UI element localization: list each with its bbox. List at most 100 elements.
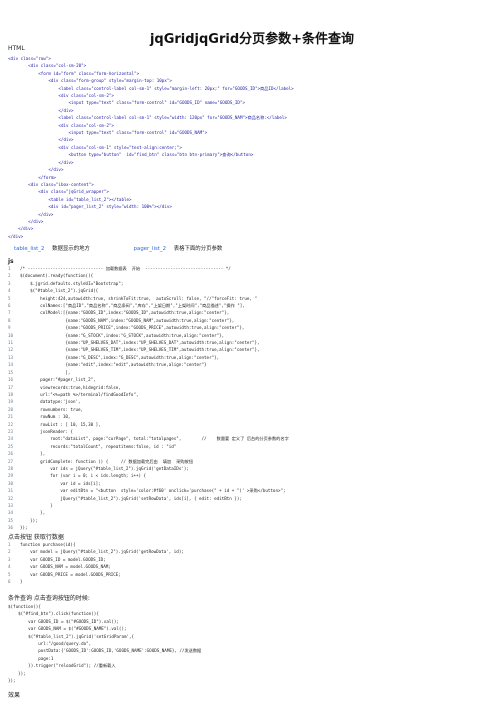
code-text: } — [20, 579, 23, 585]
code-text: }); — [20, 525, 28, 531]
code-text: <label class="control-label col-sm-1" st… — [8, 85, 294, 91]
code-line: 34 }, — [8, 509, 289, 516]
code-line: </div> — [8, 211, 294, 218]
line-number: 2 — [8, 549, 11, 555]
code-line: 24 root:"dataList", page:"curPage", tota… — [8, 435, 289, 442]
code-text: rowNum : 10, — [20, 414, 71, 420]
line-number: 29 — [8, 473, 14, 479]
code-text: /* ------------------------------ 加载数据表 … — [20, 266, 231, 271]
code-text: </div> — [8, 159, 74, 165]
line-number: 3 — [8, 556, 11, 562]
code-text: root:"dataList", page:"curPage", total:"… — [20, 436, 289, 442]
line-number: 31 — [8, 488, 14, 494]
code-text: viewrecords:true,hidegrid:false, — [20, 384, 121, 390]
code-line: 7 colModel:[{name:"GOODS_ID",index:"GOOD… — [8, 309, 289, 316]
code-text: $.jgrid.defaults.styleUI="Bootstrap"; — [20, 280, 124, 286]
code-line: <input type="text" class="form-control" … — [8, 99, 294, 106]
code-line: url:"/good/query.do", — [8, 640, 201, 647]
code-text: <table id="table_list_2"></table> — [8, 196, 132, 202]
note-table-text: 数据显示的地方 — [52, 246, 90, 252]
code-text: <div class="jqGrid_wrapper"> — [8, 189, 109, 195]
code-text: url:"<%=path %>/terminal/findGoodInfo", — [20, 391, 139, 397]
code-text: } — [20, 503, 53, 508]
code-line: }); — [8, 677, 201, 684]
line-number: 18 — [8, 391, 14, 397]
code-line: 6} — [8, 578, 184, 585]
code-line: }); — [8, 670, 201, 677]
code-line: var GOODS_NAM = $("#GOODS_NAME").val(); — [8, 625, 201, 632]
code-line: 16 pager:"#pager_list_2", — [8, 376, 289, 383]
code-line: 14 {name:"edit",index:"edit",autowidth:t… — [8, 361, 289, 368]
code-text: </div> — [8, 107, 74, 113]
code-text: page:1 — [8, 655, 54, 661]
line-number: 33 — [8, 503, 14, 508]
code-text: {name:"edit",index:"edit",autowidth:true… — [20, 362, 207, 368]
line-number: 23 — [8, 428, 14, 434]
note-table-name: table_list_2 — [14, 246, 45, 252]
code-line: <div class="col-sm-2"> — [8, 122, 294, 129]
line-number: 11 — [8, 340, 14, 346]
line-number: 8 — [8, 317, 11, 323]
code-line: $(function(){ — [8, 603, 201, 610]
code-text: records:"totalCount", repeatitems:false,… — [20, 443, 177, 449]
code-line: 4 $("#table_list_2").jqGrid({ — [8, 287, 289, 294]
js2-code-block: 1 function purchase(id){2 var model = jQu… — [8, 541, 184, 585]
line-number: 20 — [8, 406, 14, 412]
code-line: </div> — [8, 166, 294, 173]
code-text: var GOODS_ID = model.GOODS_ID; — [20, 556, 106, 562]
code-text: {name:"UP_SHELVES_TIM",index:"UP_SHELVES… — [20, 347, 260, 353]
code-line: $("#table_list_2").jqGrid('setGridParam'… — [8, 633, 201, 640]
code-line: 35 }); — [8, 517, 289, 524]
section3-label: 条件查询 点击查询按钮的时候: — [8, 595, 90, 602]
code-text: </div> — [8, 226, 34, 232]
code-text: </div> — [8, 137, 74, 143]
line-number: 26 — [8, 451, 14, 457]
code-text: var GOODS_PRICE = model.GOODS_PRICE; — [20, 571, 121, 577]
code-text: <div class="form-group" style="margin-to… — [8, 78, 172, 84]
note-pager-name: pager_list_2 — [133, 246, 167, 252]
code-text: </form> — [8, 174, 56, 180]
code-text: {name:"GOODS_PRICE",index:"GOODS_PRICE",… — [20, 325, 245, 331]
code-line: 1 function purchase(id){ — [8, 541, 184, 548]
line-number: 28 — [8, 465, 14, 471]
line-number: 15 — [8, 369, 14, 375]
code-text: <div class="col-sm-2"> — [8, 122, 114, 128]
code-text: $("#table_list_2").jqGrid('setGridParam'… — [8, 633, 135, 639]
code-line: }).trigger("reloadGrid"); //重新载入 — [8, 662, 201, 669]
code-line: <div class="col-sm-2"> — [8, 92, 294, 99]
code-line: <div class="col-sm-1" style="text-align:… — [8, 144, 294, 151]
line-number: 5 — [8, 571, 11, 577]
code-line: </div> — [8, 225, 294, 232]
code-line: 33 } — [8, 502, 289, 509]
code-text: }); — [20, 517, 38, 523]
code-line: <div class="jqGrid_wrapper"> — [8, 188, 294, 195]
code-line: <button type="button" id="find_btn" clas… — [8, 151, 294, 158]
line-number: 16 — [8, 377, 14, 383]
code-line: 20 rownumbers: true, — [8, 406, 289, 413]
code-text: }).trigger("reloadGrid"); //重新载入 — [8, 663, 116, 669]
line-number: 9 — [8, 325, 11, 331]
code-line: <table id="table_list_2"></table> — [8, 196, 294, 203]
code-line: </div> — [8, 233, 294, 240]
code-line: 30 var id = ids[i]; — [8, 480, 289, 487]
code-text: }); — [8, 670, 26, 676]
code-line: </div> — [8, 107, 294, 114]
code-line: 8 {name:"GOODS_NAM",index:"GOODS_NAM",au… — [8, 317, 289, 324]
code-line: 27 gridComplete: function () { // 数据加载完后… — [8, 458, 289, 465]
code-line: <form id="form" class="form-horizontal"> — [8, 70, 294, 77]
code-line: 19 datatype:'json', — [8, 398, 289, 405]
line-number: 17 — [8, 384, 14, 390]
page-title: jqGridjqGrid分页参数+条件查询 — [149, 32, 355, 47]
code-line: 12 {name:"UP_SHELVES_TIM",index:"UP_SHEL… — [8, 346, 289, 353]
code-line: 29 for (var i = 0; i < ids.length; i++) … — [8, 472, 289, 479]
code-line: <div id="pager_list_2" style="width: 100… — [8, 203, 294, 210]
html-section-label: HTML — [8, 45, 25, 52]
code-line: <div class="col-sm-20"> — [8, 62, 294, 69]
code-text: </div> — [8, 233, 24, 239]
code-text: }, — [20, 510, 46, 516]
code-text: <div class="col-sm-2"> — [8, 93, 114, 99]
code-line: <label class="control-label col-sm-1" st… — [8, 114, 294, 121]
code-line: var GOODS_ID = $("#GOODS_ID").val(); — [8, 618, 201, 625]
code-text: {name:"GOODS_NAM",index:"GOODS_NAM",auto… — [20, 317, 235, 323]
code-text: gridComplete: function () { // 数据加载完后由 填… — [20, 458, 193, 464]
